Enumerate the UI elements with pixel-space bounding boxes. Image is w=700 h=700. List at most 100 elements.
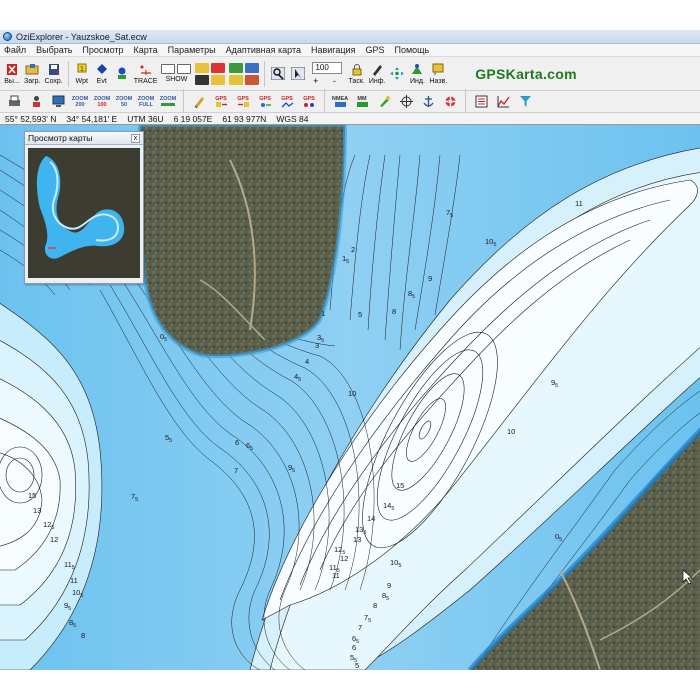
svg-text:1: 1 xyxy=(80,66,84,73)
gps-download-icon xyxy=(237,101,249,107)
depth-label-half: 5 xyxy=(559,537,562,543)
layers-button[interactable] xyxy=(227,59,261,89)
depth-label: 10 xyxy=(348,389,356,398)
pencil-button[interactable] xyxy=(189,93,209,111)
zoom-200-button[interactable]: ZOOM 200 xyxy=(70,93,90,111)
easting-readout: 6 19 057E xyxy=(173,113,213,124)
zoom-level-field[interactable]: 100 xyxy=(312,61,343,74)
lifebuoy-button[interactable] xyxy=(440,93,460,111)
crosshair-button[interactable] xyxy=(396,93,416,111)
brush-icon xyxy=(379,96,390,107)
menu-adaptive-map[interactable]: Адаптивная карта xyxy=(226,45,301,55)
route-button[interactable] xyxy=(112,59,132,89)
menu-settings[interactable]: Параметры xyxy=(168,45,216,55)
save-button[interactable]: Сохр. xyxy=(43,59,65,89)
printer-icon xyxy=(8,95,20,106)
brush-button[interactable] xyxy=(374,93,394,111)
gps-upload-icon xyxy=(215,101,227,107)
screen-button[interactable] xyxy=(48,93,68,111)
print-button[interactable] xyxy=(4,93,24,111)
lifebuoy-icon xyxy=(445,96,455,107)
depth-label-half: 5 xyxy=(356,639,359,645)
moving-map-button[interactable]: MM xyxy=(352,93,372,111)
zoom-ruler-icon xyxy=(161,103,175,106)
gps-download-button[interactable]: GPS xyxy=(233,93,253,111)
depth-label-half: 5 xyxy=(391,506,394,512)
gps-all-button[interactable]: GPS xyxy=(299,93,319,111)
list-icon xyxy=(475,95,487,108)
gps-track-button[interactable]: GPS xyxy=(277,93,297,111)
zoom-50-button[interactable]: ZOOM 50 xyxy=(114,93,134,111)
longitude-readout: 34° 54,181' E xyxy=(66,113,118,124)
filter-button[interactable] xyxy=(515,93,535,111)
nmea-icon xyxy=(334,101,346,107)
folder-open-icon xyxy=(25,63,39,74)
depth-label: 5 xyxy=(358,310,362,319)
depth-label-half: 5 xyxy=(450,213,453,219)
menu-navigation[interactable]: Навигация xyxy=(311,45,355,55)
depth-label: 9 xyxy=(428,274,432,283)
track-tools-button[interactable] xyxy=(193,59,227,89)
move-map-button[interactable] xyxy=(387,59,407,89)
save-label: Сохр. xyxy=(44,77,63,85)
map-preview-title: Просмотр карты xyxy=(28,133,93,143)
route-circle-icon xyxy=(117,67,126,79)
zoom-plus-minus[interactable]: + - xyxy=(313,76,342,86)
menu-file[interactable]: Файл xyxy=(4,45,26,55)
depth-label: 10 xyxy=(507,427,515,436)
gps-upload-button[interactable]: GPS xyxy=(211,93,231,111)
nmea-button[interactable]: NMEA xyxy=(330,93,350,111)
zoom-100-button[interactable]: ZOOM 100 xyxy=(92,93,112,111)
depth-label: 8 xyxy=(81,631,85,640)
save-icon xyxy=(48,63,60,75)
exit-button[interactable]: Вы... xyxy=(2,59,22,89)
trace-icon xyxy=(140,65,151,75)
event-button[interactable]: Evt xyxy=(92,59,112,89)
menu-view[interactable]: Просмотр xyxy=(82,45,123,55)
names-button[interactable]: Назв. xyxy=(427,59,449,89)
depth-label: 11 xyxy=(332,571,340,580)
person-icon xyxy=(32,96,40,107)
depth-label: 12 xyxy=(50,535,58,544)
event-diamond-icon xyxy=(96,63,107,74)
zoom-full-button[interactable]: ZOOM FULL xyxy=(136,93,156,111)
map-preview-thumbnail[interactable] xyxy=(28,148,140,278)
track-mode-button[interactable]: Таск. xyxy=(346,59,366,89)
gps-route-button[interactable]: GPS xyxy=(255,93,275,111)
coordinate-status-bar: 55° 52,593' N 34° 54,181' E UTM 36U 6 19… xyxy=(0,113,700,125)
indicator-button[interactable]: Инд. xyxy=(407,59,427,89)
waypoint-button[interactable]: 1 Wpt xyxy=(72,59,92,89)
depth-label: 8 xyxy=(373,601,377,610)
map-preview-panel[interactable]: Просмотр карты x xyxy=(24,131,144,284)
depth-label-half: 5 xyxy=(298,377,301,383)
menu-gps[interactable]: GPS xyxy=(365,45,384,55)
waypoint-label: Wpt xyxy=(75,77,88,85)
magnifier-icon xyxy=(271,67,286,80)
map-preview-header: Просмотр карты x xyxy=(25,132,143,145)
depth-label-half: 5 xyxy=(555,383,558,389)
trace-button[interactable]: TRACE xyxy=(132,59,160,89)
depth-label: 8 xyxy=(392,307,396,316)
depth-label: 9 xyxy=(387,581,391,590)
close-icon[interactable]: x xyxy=(131,133,140,143)
list-button[interactable] xyxy=(471,93,491,111)
depth-label-half: 5 xyxy=(135,497,138,503)
depth-label-half: 5 xyxy=(493,242,496,248)
title-bar: OziExplorer - Yauzskoe_Sat.ecw xyxy=(0,30,700,44)
zoom-custom-button[interactable]: ZOOM xyxy=(158,93,178,111)
profile-button[interactable] xyxy=(26,93,46,111)
graph-button[interactable] xyxy=(493,93,513,111)
menu-map[interactable]: Карта xyxy=(134,45,158,55)
reservoir-thumbnail-icon xyxy=(28,148,140,278)
depth-label-half: 5 xyxy=(398,563,401,569)
anchor-button[interactable] xyxy=(418,93,438,111)
track-mode-label: Таск. xyxy=(348,77,365,85)
info-button[interactable]: Инф. xyxy=(367,59,388,89)
show-track-button[interactable]: SHOW xyxy=(159,59,193,89)
magnifier-button[interactable] xyxy=(268,59,288,89)
menu-select[interactable]: Выбрать xyxy=(36,45,72,55)
pointer-button[interactable] xyxy=(288,59,308,89)
menu-bar: Файл Выбрать Просмотр Карта Параметры Ад… xyxy=(0,44,700,57)
menu-help[interactable]: Помощь xyxy=(394,45,429,55)
load-button[interactable]: Загр. xyxy=(22,59,43,89)
